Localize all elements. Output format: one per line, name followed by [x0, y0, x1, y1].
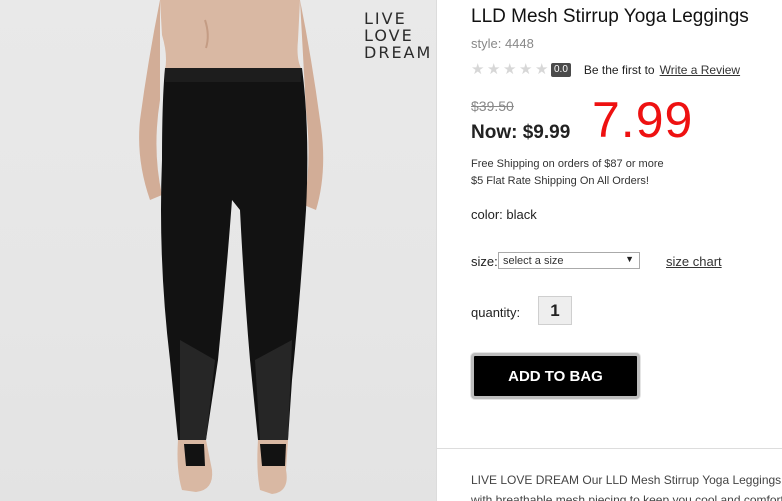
star-rating[interactable]: ★ ★ ★ ★ ★ [471, 62, 551, 78]
add-to-bag-button[interactable]: ADD TO BAG [471, 353, 640, 399]
section-divider [437, 448, 782, 449]
review-prompt: Be the first to [583, 63, 655, 77]
image-divider [436, 0, 437, 501]
star-icon[interactable]: ★ [519, 62, 535, 78]
size-label: size: [471, 254, 498, 269]
dropdown-arrow-icon: ▼ [625, 254, 634, 264]
star-icon[interactable]: ★ [503, 62, 519, 78]
sale-price-overlay: 7.99 [592, 92, 694, 148]
leggings-illustration [139, 0, 324, 494]
product-description: LIVE LOVE DREAM Our LLD Mesh Stirrup Yog… [471, 470, 782, 501]
size-select-value: select a size [503, 254, 564, 267]
now-price: Now: $9.99 [471, 122, 571, 143]
brand-logo-line: DREAM [364, 43, 433, 62]
shipping-info: Free Shipping on orders of $87 or more $… [471, 156, 664, 190]
quantity-label: quantity: [471, 305, 521, 320]
description-text: LIVE LOVE DREAM Our LLD Mesh Stirrup Yog… [471, 473, 782, 487]
write-review-link[interactable]: Write a Review [660, 63, 740, 77]
star-icon[interactable]: ★ [487, 62, 503, 78]
size-select[interactable]: select a size ▼ [498, 252, 640, 269]
brand-logo-line: LIVE [364, 9, 407, 28]
style-number: style: 4448 [471, 36, 534, 51]
rating-row: ★ ★ ★ ★ ★ 0.0 Be the first to Write a Re… [471, 62, 740, 78]
description-text: with breathable mesh piecing to keep you… [471, 493, 782, 501]
quantity-input[interactable]: 1 [538, 296, 572, 325]
rating-badge: 0.0 [551, 63, 571, 77]
color-selection: color: black [471, 207, 537, 222]
shipping-line: Free Shipping on orders of $87 or more [471, 158, 664, 170]
star-icon[interactable]: ★ [535, 62, 551, 78]
brand-logo-line: LOVE [364, 26, 414, 45]
size-chart-link[interactable]: size chart [666, 254, 722, 269]
star-icon[interactable]: ★ [471, 62, 487, 78]
brand-logo: LIVE LOVE DREAM [364, 10, 430, 61]
original-price: $39.50 [471, 98, 514, 114]
product-title: LLD Mesh Stirrup Yoga Leggings [471, 6, 749, 27]
shipping-line: $5 Flat Rate Shipping On All Orders! [471, 175, 649, 187]
product-image[interactable] [0, 0, 436, 501]
